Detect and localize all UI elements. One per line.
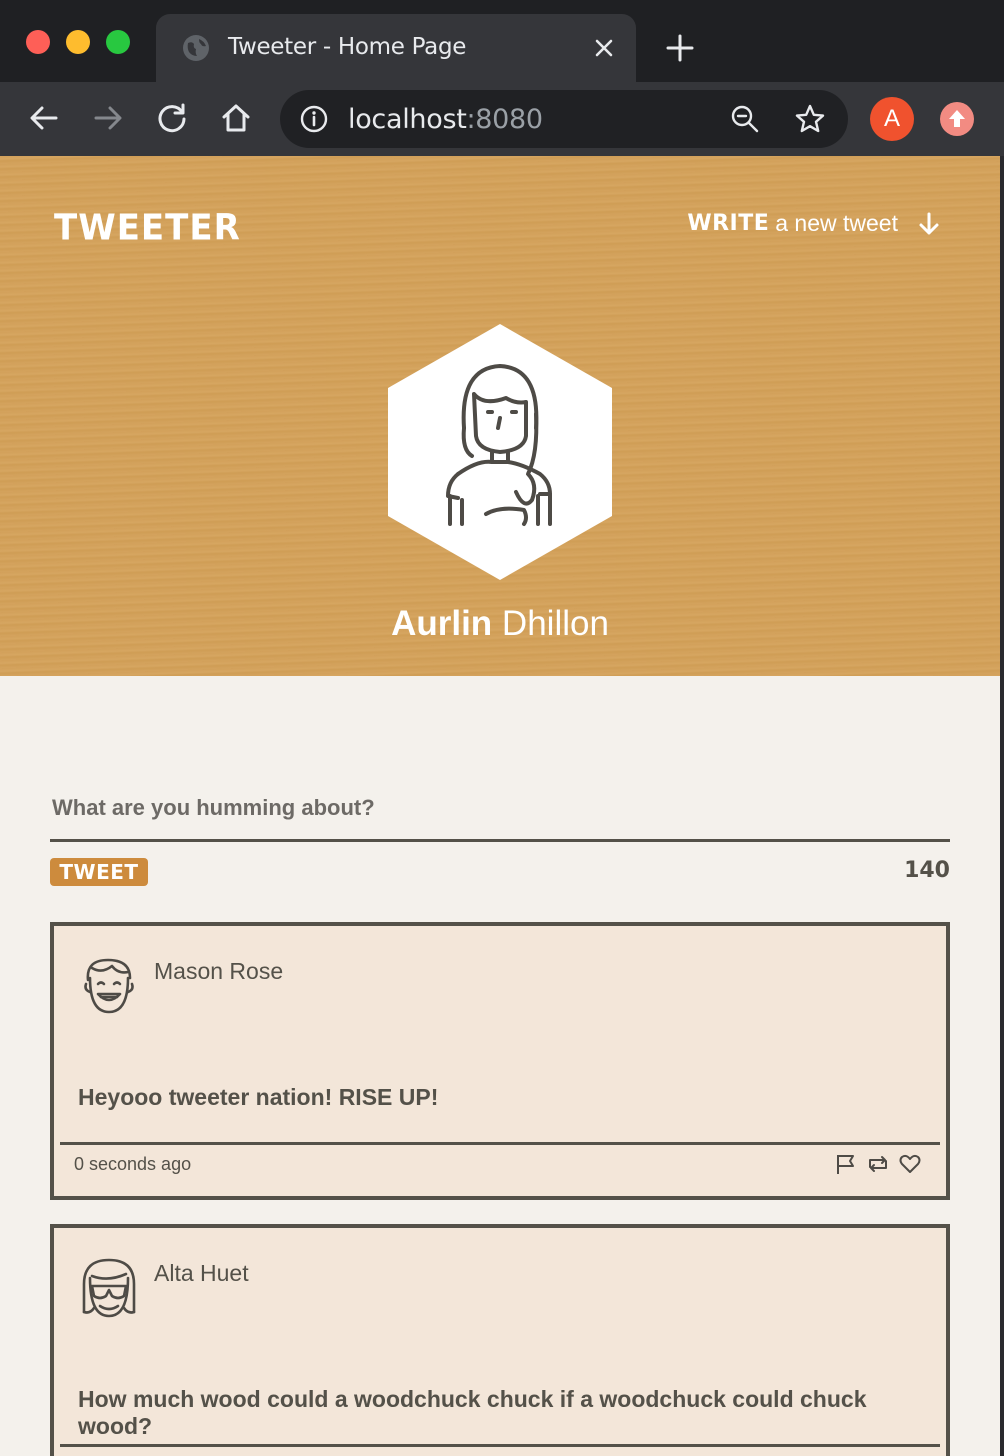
- browser-titlebar: Tweeter - Home Page: [0, 0, 1004, 82]
- flag-icon[interactable]: [834, 1152, 858, 1176]
- write-link-strong: WRITE: [687, 211, 770, 236]
- profile-header: TWEETER WRITE a new tweet Aurlin Dhillon: [0, 156, 1000, 676]
- user-avatar-icon: [84, 958, 134, 1014]
- profile-last-name: Dhillon: [501, 604, 609, 643]
- write-tweet-link[interactable]: WRITE a new tweet: [687, 210, 942, 237]
- profile-avatar[interactable]: A: [870, 97, 914, 141]
- bookmark-star-icon[interactable]: [794, 103, 826, 135]
- tweet-divider: [60, 1444, 940, 1447]
- reload-icon[interactable]: [154, 100, 190, 136]
- home-icon[interactable]: [218, 100, 254, 136]
- tab-title: Tweeter - Home Page: [228, 34, 467, 60]
- write-link-text: a new tweet: [775, 210, 898, 236]
- forward-arrow-icon[interactable]: [90, 100, 126, 136]
- url-host: localhost: [348, 104, 467, 135]
- new-tweet-form: TWEET 140: [50, 788, 950, 886]
- window-edge: [1000, 156, 1004, 1456]
- retweet-icon[interactable]: [866, 1152, 890, 1176]
- tweet-author: Alta Huet: [154, 1260, 249, 1286]
- brand-logo[interactable]: TWEETER: [54, 207, 241, 249]
- tweet-card: Alta Huet How much wood could a woodchuc…: [50, 1224, 950, 1456]
- heart-icon[interactable]: [898, 1152, 922, 1176]
- globe-icon: [183, 35, 209, 61]
- zoom-out-icon[interactable]: [730, 104, 760, 134]
- browser-toolbar: localhost:8080 A: [0, 82, 1004, 156]
- profile-first-name: Aurlin: [391, 604, 493, 643]
- browser-tab[interactable]: Tweeter - Home Page: [156, 14, 636, 82]
- address-bar[interactable]: localhost:8080: [280, 90, 848, 148]
- tweet-content: Heyooo tweeter nation! RISE UP!: [78, 1084, 439, 1110]
- tweet-content: How much wood could a woodchuck chuck if…: [78, 1386, 867, 1439]
- window-minimize-button[interactable]: [66, 30, 90, 54]
- tweet-author: Mason Rose: [154, 958, 284, 984]
- tweet-actions: [834, 1152, 922, 1176]
- char-counter: 140: [904, 858, 950, 883]
- upload-arrow-icon: [949, 110, 965, 127]
- back-arrow-icon[interactable]: [26, 100, 62, 136]
- close-icon[interactable]: [592, 36, 616, 60]
- window-close-button[interactable]: [26, 30, 50, 54]
- url-port: :8080: [466, 104, 544, 135]
- profile-avatar-icon: [388, 324, 612, 580]
- tweet-textarea[interactable]: [50, 788, 950, 842]
- url-text[interactable]: localhost:8080: [348, 104, 543, 135]
- profile-name: Aurlin Dhillon: [0, 604, 1000, 644]
- info-icon[interactable]: [300, 105, 328, 133]
- tweet-timestamp: 0 seconds ago: [74, 1154, 192, 1174]
- extension-icon[interactable]: [940, 102, 974, 136]
- window-zoom-button[interactable]: [106, 30, 130, 54]
- tweet-card: Mason Rose Heyooo tweeter nation! RISE U…: [50, 922, 950, 1200]
- user-avatar-icon: [82, 1258, 136, 1318]
- tweet-submit-button[interactable]: TWEET: [50, 858, 148, 886]
- arrow-down-icon: [919, 212, 939, 234]
- tweet-divider: [60, 1142, 940, 1145]
- page-viewport: TWEETER WRITE a new tweet Aurlin Dhillon…: [0, 156, 1000, 1456]
- new-tab-icon[interactable]: [664, 32, 696, 64]
